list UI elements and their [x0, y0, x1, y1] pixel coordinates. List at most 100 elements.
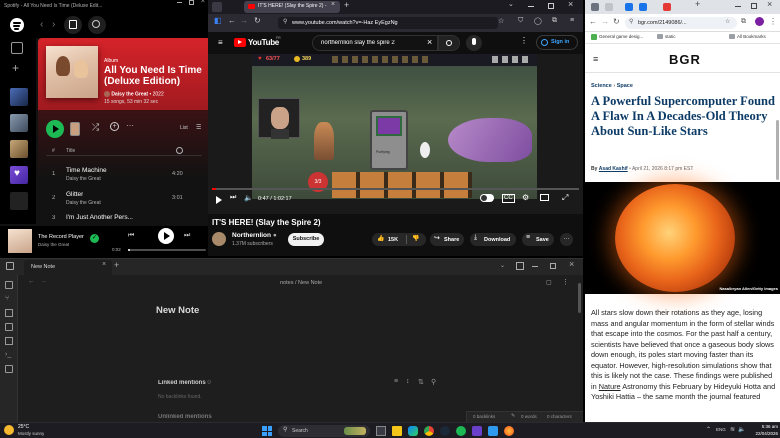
tab-favicon[interactable]	[591, 3, 599, 11]
clock-date[interactable]: 22/04/2026	[752, 431, 778, 436]
close-icon[interactable]: ×	[568, 0, 573, 9]
pause-button[interactable]	[158, 228, 174, 244]
search-button[interactable]	[438, 35, 460, 51]
save-button[interactable]: ≡ Save	[522, 233, 554, 246]
firefox-icon[interactable]	[504, 426, 514, 436]
download-button[interactable]: ⤓ Download	[470, 233, 516, 246]
start-button[interactable]	[262, 426, 272, 436]
reload-icon[interactable]: ↻	[254, 16, 261, 25]
maximize-icon[interactable]	[189, 0, 194, 5]
autoplay-toggle[interactable]	[480, 194, 494, 202]
tab-youtube[interactable]: IT'S HERE! (Slay the Spire 2) - Yo ×	[244, 1, 340, 13]
maximize-icon[interactable]	[548, 3, 554, 9]
minimize-icon[interactable]	[528, 6, 534, 7]
track-artist[interactable]: Daisy the Great	[66, 176, 101, 182]
minimize-icon[interactable]	[532, 266, 538, 267]
more-icon[interactable]: ⋮	[520, 36, 528, 45]
calendar-icon[interactable]	[5, 323, 13, 331]
nature-link[interactable]: Nature	[599, 382, 621, 391]
chrome-icon[interactable]	[424, 426, 434, 436]
forward-icon[interactable]: →	[601, 17, 609, 26]
album-preview-icon[interactable]	[70, 122, 80, 136]
collapse-results-icon[interactable]: ≡	[394, 378, 398, 385]
youtube-logo-icon[interactable]	[234, 38, 246, 47]
obsidian-icon[interactable]	[472, 426, 482, 436]
wifi-icon[interactable]: ≋	[730, 426, 735, 433]
temperature[interactable]: 25°C	[18, 424, 29, 430]
hamburger-icon[interactable]: ≡	[218, 39, 223, 47]
tab-favicon[interactable]	[605, 3, 613, 11]
youtube-logo-text[interactable]: YouTube	[248, 38, 279, 47]
now-playing-artist[interactable]: Daisy the Great	[38, 242, 69, 247]
bookmark-item[interactable]: static	[665, 34, 676, 39]
publish-icon[interactable]	[5, 365, 13, 373]
file-explorer-icon[interactable]	[392, 426, 402, 436]
new-tab-icon[interactable]: +	[344, 0, 349, 10]
volume-icon[interactable]: 🔈	[244, 194, 253, 202]
bookmark-item[interactable]: General game desig...	[599, 34, 651, 39]
search-input[interactable]: northernlion slay the spire 2 ×	[312, 35, 438, 51]
new-tab-icon[interactable]: +	[695, 0, 700, 9]
profile-avatar[interactable]	[755, 17, 764, 26]
channel-avatar[interactable]	[212, 232, 226, 246]
new-tab-icon[interactable]: +	[114, 260, 119, 270]
saved-check-icon[interactable]: ✓	[90, 234, 99, 243]
back-icon[interactable]: ←	[228, 16, 236, 25]
tab-list-icon[interactable]: ⌄	[500, 262, 505, 269]
forward-icon[interactable]: ›	[52, 20, 55, 30]
track-row[interactable]: 2 Glitter Daisy the Great 3:01	[46, 190, 202, 210]
track-row[interactable]: 3 I'm Just Another Pers...	[46, 214, 202, 224]
back-icon[interactable]: ←	[28, 278, 35, 285]
all-bookmarks[interactable]: All Bookmarks	[737, 34, 766, 39]
layout-icon[interactable]	[516, 262, 524, 270]
shield-icon[interactable]: ⛉	[518, 17, 523, 25]
share-button[interactable]: ↪ Share	[430, 233, 464, 246]
close-icon[interactable]: ×	[569, 259, 574, 269]
next-icon[interactable]: ⏭	[184, 232, 190, 240]
back-icon[interactable]: ‹	[40, 20, 43, 30]
spotify-icon[interactable]	[456, 426, 466, 436]
extensions-icon[interactable]: ⧉	[552, 17, 557, 25]
address-bar[interactable]: ⚲ bgr.com/2149086/... ☆	[625, 17, 737, 29]
bgr-logo[interactable]: BGR	[669, 52, 701, 67]
captions-icon[interactable]: CC	[502, 194, 515, 203]
shuffle-icon[interactable]: ⤮	[92, 122, 99, 133]
track-title[interactable]: Time Machine	[66, 167, 107, 174]
now-playing-cover[interactable]	[8, 229, 32, 253]
edit-icon[interactable]: ✎	[511, 413, 515, 419]
bookmark-star-icon[interactable]: ☆	[498, 17, 504, 25]
maximize-icon[interactable]	[550, 263, 556, 269]
account-icon[interactable]: ◯	[534, 17, 542, 25]
forward-icon[interactable]: →	[40, 278, 47, 285]
spotify-logo-icon[interactable]	[10, 18, 24, 32]
search-icon[interactable]: ⚲	[431, 378, 436, 386]
tray-chevron-icon[interactable]: ⌃	[706, 426, 711, 433]
bookmark-star-icon[interactable]: ☆	[725, 18, 730, 25]
forward-icon[interactable]: →	[240, 16, 248, 25]
library-item-cover[interactable]	[10, 114, 28, 132]
tab-favicon[interactable]	[663, 3, 671, 11]
channel-name[interactable]: Northernlion ●	[232, 232, 277, 239]
library-item-cover[interactable]	[10, 140, 28, 158]
note-breadcrumb[interactable]: notes / New Note	[280, 280, 322, 286]
like-button[interactable]: 👍 15K 👎	[372, 233, 426, 246]
track-title[interactable]: I'm Just Another Pers...	[66, 214, 133, 221]
status-backlinks[interactable]: 0 backlinks	[473, 414, 495, 419]
weather-sun-icon[interactable]	[4, 425, 14, 435]
track-artist[interactable]: Daisy the Great	[66, 200, 101, 206]
now-playing-title[interactable]: The Record Player S	[38, 234, 84, 240]
author-link[interactable]: Asad Kashif	[599, 166, 628, 172]
previous-icon[interactable]: ⏮	[128, 232, 134, 240]
more-actions-button[interactable]: ···	[560, 233, 573, 246]
expand-icon[interactable]: ↕	[406, 378, 410, 385]
address-bar[interactable]: ⚲ www.youtube.com/watch?v=-Haz EyEgzNg	[278, 17, 498, 29]
sidebar-icon[interactable]: ◧	[214, 16, 222, 25]
minimize-icon[interactable]	[735, 6, 741, 7]
maximize-icon[interactable]	[751, 3, 757, 9]
video-player[interactable]: ♥ 63/77 389 Purifying 3/3 ⏭ 🔈 0:47 / 1:0…	[208, 54, 583, 214]
menu-icon[interactable]: ⋮	[769, 17, 777, 26]
artist-link[interactable]: Daisy the Great	[111, 91, 148, 97]
close-icon[interactable]: ×	[767, 0, 772, 9]
home-button[interactable]	[64, 16, 82, 34]
add-to-library-icon[interactable]: +	[110, 122, 119, 131]
